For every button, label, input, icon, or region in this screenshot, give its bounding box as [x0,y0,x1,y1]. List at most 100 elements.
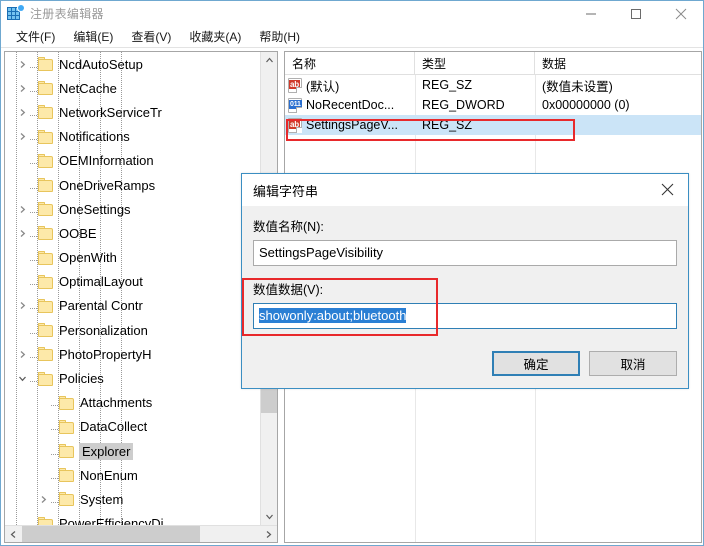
tree-connector [30,57,38,72]
tree-item-ncdautosetup[interactable]: NcdAutoSetup [5,52,260,76]
maximize-button[interactable] [613,1,658,26]
minimize-button[interactable] [568,1,613,26]
tree-vscroll-thumb[interactable] [261,385,278,413]
column-header-type[interactable]: 类型 [415,52,535,74]
tree-horizontal-scrollbar[interactable] [5,525,277,542]
value-name-cell: abSettingsPageV... [285,118,415,133]
tree-item-oobe[interactable]: OOBE [5,221,260,245]
chevron-right-icon[interactable] [35,491,51,507]
tree-item-label: OneSettings [59,202,131,217]
tree-item-label: PhotoPropertyH [59,347,152,362]
chevron-right-icon[interactable] [14,80,30,96]
tree-item-notifications[interactable]: Notifications [5,125,260,149]
menu-file[interactable]: 文件(F) [7,26,64,47]
tree-item-label: Explorer [79,443,133,460]
tree-item-networkservicetr[interactable]: NetworkServiceTr [5,100,260,124]
chevron-right-icon[interactable] [14,201,30,217]
value-type-cell: REG_SZ [415,78,535,92]
tree-item-label: NetworkServiceTr [59,105,162,120]
tree-item-netcache[interactable]: NetCache [5,76,260,100]
chevron-right-icon[interactable] [14,129,30,145]
scroll-left-icon[interactable] [5,526,22,543]
chevron-right-icon[interactable] [14,346,30,362]
folder-icon [59,396,75,410]
scroll-down-icon[interactable] [261,508,278,525]
tree-item-system[interactable]: System [5,487,260,511]
tree-item-label: Policies [59,371,104,386]
tree-item-attachments[interactable]: Attachments [5,391,260,415]
folder-icon [59,468,75,482]
chevron-right-icon[interactable] [14,298,30,314]
tree-item-label: OptimalLayout [59,274,143,289]
tree-item-optimallayout[interactable]: OptimalLayout [5,270,260,294]
chevron-right-icon[interactable] [14,225,30,241]
chevron-down-icon[interactable] [14,371,30,387]
close-button[interactable] [658,1,703,26]
chevron-right-icon[interactable] [14,56,30,72]
tree-item-explorer[interactable]: Explorer [5,439,260,463]
folder-icon [38,275,54,289]
menu-help[interactable]: 帮助(H) [250,26,309,47]
column-header-name[interactable]: 名称 [285,52,415,74]
values-list-header: 名称 类型 数据 [285,52,701,75]
tree-item-label: Attachments [80,395,152,410]
tree-item-parental-contr[interactable]: Parental Contr [5,294,260,318]
dialog-close-button[interactable] [646,174,688,205]
menu-favorites[interactable]: 收藏夹(A) [180,26,250,47]
value-name-cell: 011NoRecentDoc... [285,98,415,113]
registry-grid-icon [7,6,23,22]
tree-item-oeminformation[interactable]: OEMInformation [5,149,260,173]
tree-item-policies[interactable]: Policies [5,366,260,390]
tree-hscroll-thumb[interactable] [22,526,200,543]
folder-icon [38,299,54,313]
folder-icon [38,323,54,337]
value-name-text: (默认) [306,76,339,95]
tree-item-powerefficiencydi[interactable]: PowerEfficiencyDi [5,512,260,525]
tree-item-label: NetCache [59,81,117,96]
chevron-right-icon[interactable] [14,104,30,120]
tree-item-onedriveramps[interactable]: OneDriveRamps [5,173,260,197]
tree-connector [30,347,38,362]
tree-connector [30,298,38,313]
menu-view[interactable]: 查看(V) [122,26,180,47]
tree-item-openwith[interactable]: OpenWith [5,246,260,270]
folder-icon [38,130,54,144]
tree-item-label: OEMInformation [59,153,154,168]
scroll-right-icon[interactable] [260,526,277,543]
tree-item-label: PowerEfficiencyDi [59,516,164,525]
tree-connector [30,105,38,120]
ok-button[interactable]: 确定 [492,351,580,376]
tree-connector [51,419,59,434]
table-row[interactable]: abSettingsPageV...REG_SZ [285,115,701,135]
menu-edit[interactable]: 编辑(E) [64,26,122,47]
tree-item-nonenum[interactable]: NonEnum [5,463,260,487]
title-bar: 注册表编辑器 [1,1,703,26]
folder-icon [38,81,54,95]
tree-connector [30,250,38,265]
tree-item-datacollect[interactable]: DataCollect [5,415,260,439]
tree-item-photopropertyh[interactable]: PhotoPropertyH [5,342,260,366]
tree-leaf-spacer [14,153,30,169]
scroll-up-icon[interactable] [261,52,278,69]
cancel-button[interactable]: 取消 [589,351,677,376]
tree-item-personalization[interactable]: Personalization [5,318,260,342]
edit-string-dialog: 编辑字符串 数值名称(N): SettingsPageVisibility 数值… [241,173,689,389]
dialog-body: 数值名称(N): SettingsPageVisibility 数值数据(V):… [242,206,688,329]
value-name-input[interactable]: SettingsPageVisibility [253,240,677,266]
table-row[interactable]: 011NoRecentDoc...REG_DWORD0x00000000 (0) [285,95,701,115]
tree-item-label: NcdAutoSetup [59,57,143,72]
tree-leaf-spacer [14,177,30,193]
table-row[interactable]: ab(默认)REG_SZ(数值未设置) [285,75,701,95]
folder-icon [38,347,54,361]
folder-icon [38,57,54,71]
value-data-cell: 0x00000000 (0) [535,98,701,112]
registry-tree[interactable]: NcdAutoSetup NetCache NetworkServiceTr Noti… [5,52,260,525]
folder-icon [38,202,54,216]
column-header-data[interactable]: 数据 [535,52,701,74]
tree-connector [51,468,59,483]
menu-bar: 文件(F) 编辑(E) 查看(V) 收藏夹(A) 帮助(H) [1,26,703,48]
value-data-input[interactable]: showonly:about;bluetooth [253,303,677,329]
folder-icon [38,178,54,192]
tree-item-label: Notifications [59,129,130,144]
tree-item-onesettings[interactable]: OneSettings [5,197,260,221]
